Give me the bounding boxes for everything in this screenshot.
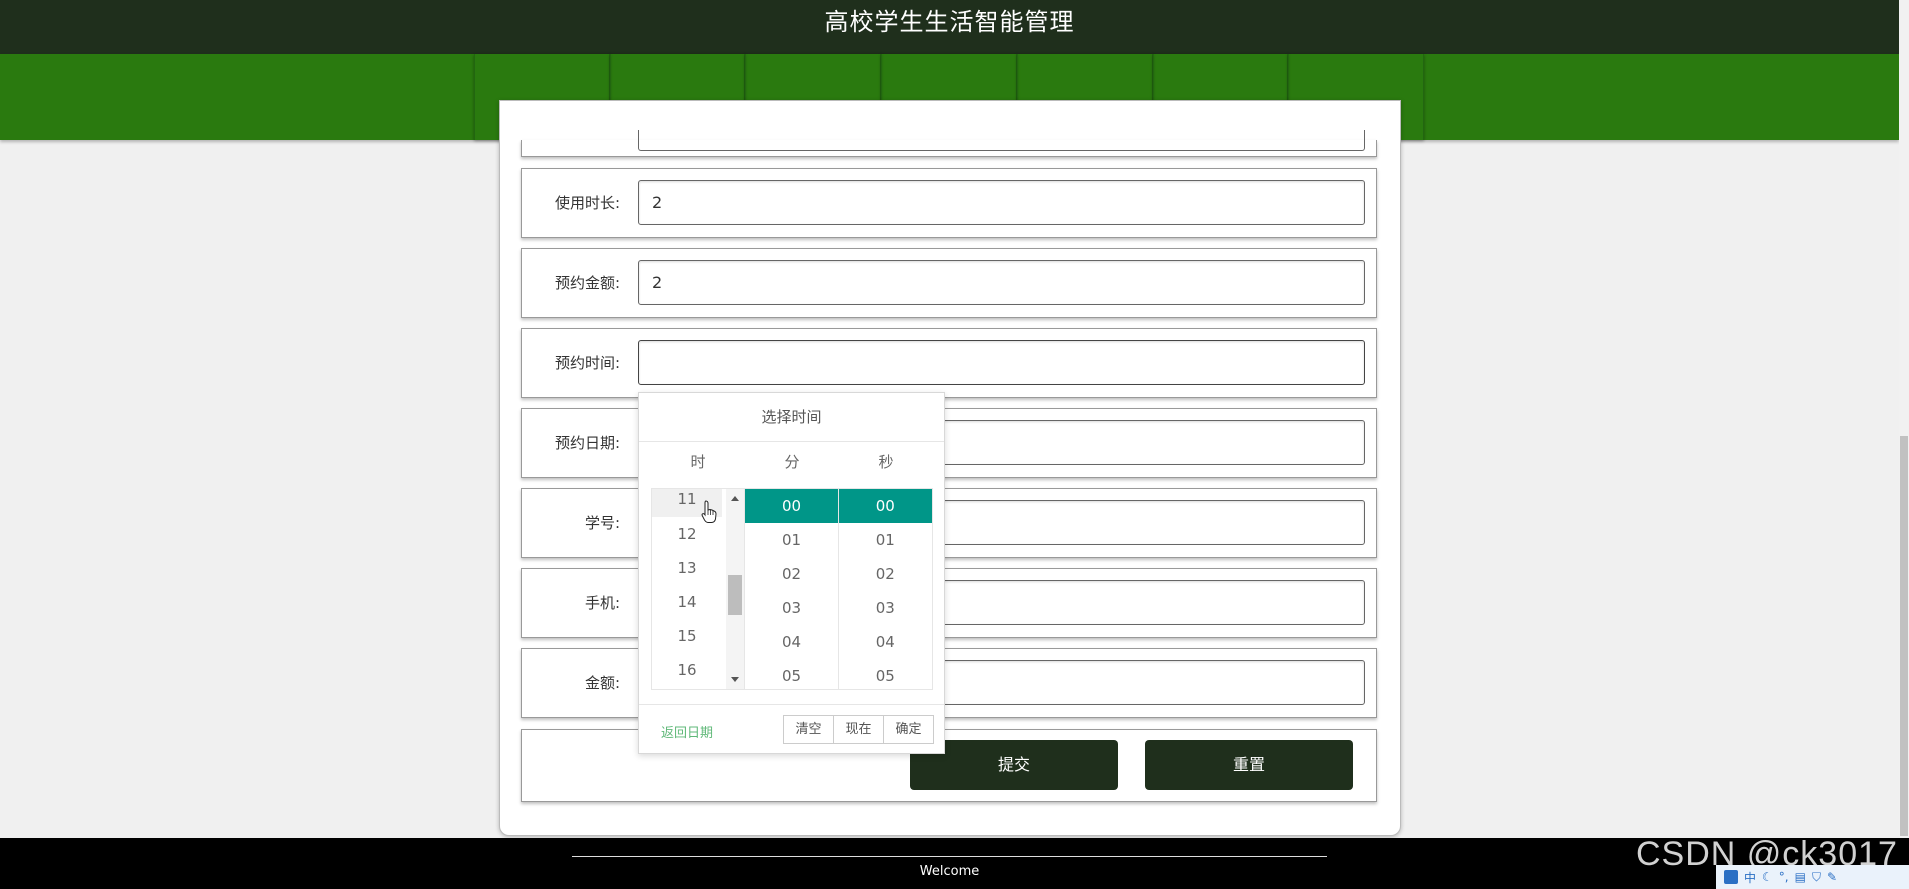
hour-option[interactable]: 15 [652, 619, 722, 653]
amount-label: 金额: [584, 674, 620, 692]
punct-icon[interactable]: °, [1779, 870, 1789, 884]
booking-amount-label: 预约金额: [554, 274, 620, 292]
time-picker-buttons: 清空 现在 确定 [783, 715, 934, 744]
time-picker: 选择时间 时 分 秒 11 12 13 14 15 16 00 01 02 03… [638, 392, 945, 754]
hour-scrollbar-thumb[interactable] [728, 575, 742, 615]
form-row-duration: 使用时长: 2 [521, 168, 1377, 238]
minute-column[interactable]: 00 01 02 03 04 05 [745, 489, 839, 689]
second-option[interactable]: 05 [839, 659, 932, 689]
second-option-selected[interactable]: 00 [838, 489, 932, 523]
second-option[interactable]: 03 [839, 591, 932, 625]
time-picker-footer: 返回日期 清空 现在 确定 [639, 704, 944, 754]
second-option[interactable]: 01 [839, 523, 932, 557]
minute-option-selected[interactable]: 00 [745, 489, 838, 523]
hour-column[interactable]: 11 12 13 14 15 16 [652, 489, 746, 689]
booking-date-label: 预约日期: [554, 434, 620, 452]
wrench-icon[interactable]: ✎ [1827, 870, 1837, 884]
booking-amount-input[interactable]: 2 [638, 260, 1365, 305]
scroll-up-arrow-icon[interactable] [731, 496, 739, 501]
minute-header: 分 [784, 453, 800, 471]
second-option[interactable]: 04 [839, 625, 932, 659]
minute-option[interactable]: 03 [745, 591, 837, 625]
keyboard-icon[interactable]: ▤ [1795, 870, 1806, 884]
moon-icon[interactable]: ☾ [1762, 870, 1773, 884]
time-picker-columns: 11 12 13 14 15 16 00 01 02 03 04 05 00 0… [651, 488, 933, 690]
back-to-date-link[interactable]: 返回日期 [661, 722, 713, 741]
time-picker-headers: 时 分 秒 [651, 443, 933, 481]
site-header: 高校学生生活智能管理 [0, 0, 1899, 54]
hour-option[interactable]: 16 [652, 653, 722, 687]
clear-button[interactable]: 清空 [783, 715, 834, 744]
hour-scrollbar[interactable] [726, 489, 744, 689]
booking-time-label: 预约时间: [554, 354, 620, 372]
minute-option[interactable]: 04 [745, 625, 837, 659]
duration-input[interactable]: 2 [638, 180, 1365, 225]
form-row-booking-amount: 预约金额: 2 [521, 248, 1377, 318]
hour-option[interactable]: 14 [652, 585, 722, 619]
hand-pointer-icon [701, 500, 717, 523]
form-row-booking-time: 预约时间: [521, 328, 1377, 398]
minute-option[interactable]: 02 [745, 557, 837, 591]
partial-input[interactable] [638, 130, 1365, 151]
shirt-icon[interactable]: ⛉ [1812, 870, 1821, 885]
scroll-down-arrow-icon[interactable] [731, 677, 739, 682]
student-id-label: 学号: [584, 514, 620, 532]
minute-option[interactable]: 05 [745, 659, 837, 689]
duration-label: 使用时长: [554, 194, 620, 212]
second-option[interactable]: 02 [839, 557, 932, 591]
site-title: 高校学生生活智能管理 [824, 8, 1075, 36]
second-header: 秒 [878, 453, 894, 471]
phone-label: 手机: [584, 594, 620, 612]
minute-option[interactable]: 01 [745, 523, 837, 557]
ime-lang-label[interactable]: 中 [1744, 869, 1756, 886]
second-column[interactable]: 00 01 02 03 04 05 [838, 489, 932, 689]
footer-divider [572, 856, 1327, 857]
page-scrollbar-thumb[interactable] [1900, 436, 1908, 836]
ime-toolbar[interactable]: 中 ☾ °, ▤ ⛉ ✎ [1716, 865, 1909, 889]
page-footer: Welcome [0, 838, 1909, 889]
time-picker-title: 选择时间 [639, 393, 944, 442]
booking-time-input[interactable] [638, 340, 1365, 385]
footer-welcome: Welcome [919, 864, 980, 879]
confirm-button[interactable]: 确定 [883, 715, 934, 744]
page-scrollbar[interactable] [1899, 0, 1909, 889]
hour-option[interactable]: 13 [652, 551, 722, 585]
q-icon[interactable] [1724, 870, 1738, 884]
now-button[interactable]: 现在 [833, 715, 884, 744]
hour-header: 时 [690, 453, 706, 471]
reset-button[interactable]: 重置 [1145, 740, 1353, 790]
form-row-partial [521, 130, 1377, 157]
